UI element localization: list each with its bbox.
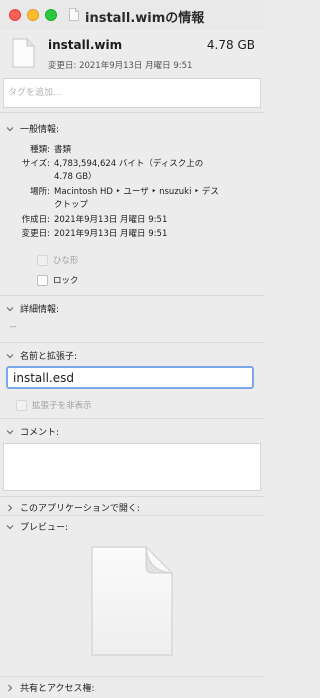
chevron-down-icon[interactable] [6,352,14,360]
tags-field[interactable] [3,78,261,108]
divider [0,515,264,516]
info-value: Macintosh HD ‣ ユーザ ‣ nsuzuki ‣ デス [54,187,219,197]
minimize-window-button[interactable] [27,9,39,21]
section-general-title: 一般情報: [20,125,60,135]
title-bar: install.wimの情報 [0,0,264,30]
info-value: 2021年9月13日 月曜日 9:51 [54,215,168,225]
info-label: 場所: [30,187,50,197]
chevron-right-icon[interactable] [6,504,14,512]
section-comments-title: コメント: [20,428,60,438]
hide-extension-checkbox[interactable] [16,399,27,411]
divider [0,112,264,113]
locked-checkbox[interactable] [37,274,48,286]
divider [0,342,264,343]
section-name-extension-title: 名前と拡張子: [20,352,78,362]
chevron-down-icon[interactable] [6,523,14,531]
divider [0,418,264,419]
file-icon [12,38,35,68]
preview-document-icon [91,546,173,656]
section-open-with[interactable]: このアプリケーションで開く: [6,501,140,514]
info-label: 種類: [30,145,50,155]
window-title: install.wimの情報 [85,11,205,26]
hide-extension-label: 拡張子を非表示 [32,401,92,411]
divider [0,496,264,497]
stationery-label: ひな形 [53,256,79,266]
section-preview[interactable]: プレビュー: [6,520,68,533]
zoom-window-button[interactable] [45,9,57,21]
section-open-with-title: このアプリケーションで開く: [20,504,140,514]
file-modified-date: 変更日: 2021年9月13日 月曜日 9:51 [48,61,193,71]
stationery-checkbox[interactable] [37,254,48,266]
section-sharing[interactable]: 共有とアクセス権: [6,681,95,694]
section-more-info-title: 詳細情報: [20,305,60,315]
hide-extension-row[interactable]: 拡張子を非表示 [16,399,92,411]
info-label: 変更日: [21,229,50,239]
file-size: 4.78 GB [206,38,255,52]
chevron-right-icon[interactable] [6,684,14,692]
info-value: クトップ [54,200,89,210]
stationery-checkbox-row[interactable]: ひな形 [37,254,79,266]
more-info-value: -- [10,322,17,332]
chevron-down-icon[interactable] [6,125,14,133]
section-name-extension[interactable]: 名前と拡張子: [6,349,77,362]
name-input[interactable] [8,368,252,387]
section-more-info[interactable]: 詳細情報: [6,302,59,315]
info-value: 4.78 GB） [54,172,97,182]
section-comments[interactable]: コメント: [6,425,59,438]
chevron-down-icon[interactable] [6,428,14,436]
divider [0,676,264,677]
name-field[interactable] [6,366,254,389]
chevron-down-icon[interactable] [6,305,14,313]
comments-textarea[interactable] [3,443,261,491]
file-name: install.wim [48,38,123,52]
section-preview-title: プレビュー: [20,523,69,533]
info-value: 2021年9月13日 月曜日 9:51 [54,229,168,239]
section-sharing-title: 共有とアクセス権: [20,684,95,694]
section-general[interactable]: 一般情報: [6,122,59,135]
document-icon [69,8,79,21]
close-window-button[interactable] [9,9,21,21]
info-value: 4,783,594,624 バイト（ディスク上の [54,159,204,169]
info-label: サイズ: [21,159,50,169]
info-value: 書類 [54,145,72,155]
locked-label: ロック [53,276,79,286]
divider [0,295,264,296]
locked-checkbox-row[interactable]: ロック [37,274,79,286]
info-label: 作成日: [21,215,50,225]
tags-input[interactable] [4,79,260,107]
